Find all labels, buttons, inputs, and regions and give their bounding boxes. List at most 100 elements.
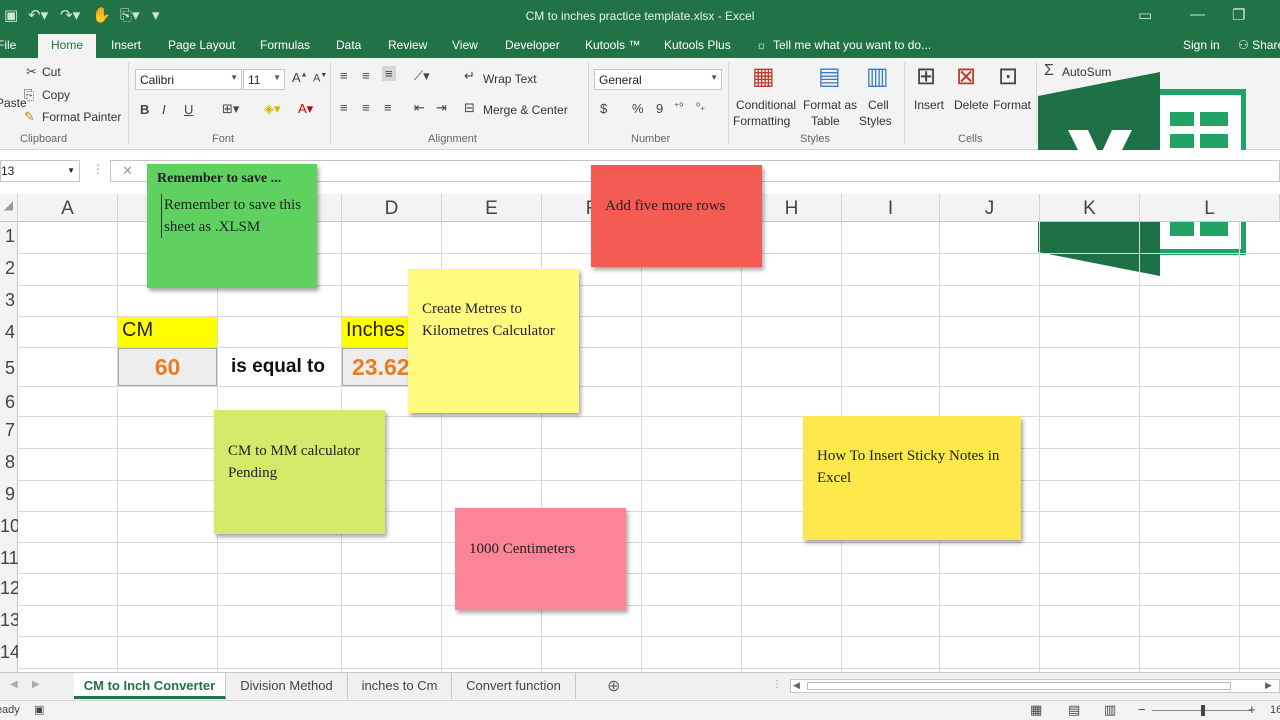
- sticky-note-save[interactable]: Remember to save ... Remember to save th…: [147, 164, 317, 288]
- row-header[interactable]: 1: [0, 226, 18, 247]
- page-layout-view-icon[interactable]: ▤: [1068, 702, 1080, 718]
- fill-color-icon[interactable]: ◈▾: [264, 101, 281, 117]
- align-center-icon[interactable]: ≡: [362, 100, 370, 115]
- sticky-note-metres[interactable]: Create Metres to Kilometres Calculator: [408, 269, 579, 413]
- normal-view-icon[interactable]: ▦: [1030, 702, 1042, 718]
- column-header-e[interactable]: E: [442, 194, 542, 222]
- horizontal-scrollbar[interactable]: ◀ ▶: [790, 679, 1280, 693]
- sheet-tab-cm-to-inch[interactable]: CM to Inch Converter: [74, 673, 226, 699]
- row-header[interactable]: 11: [0, 548, 18, 569]
- row-header[interactable]: 9: [0, 484, 18, 505]
- scroll-left-icon[interactable]: ◀: [10, 679, 18, 690]
- row-header[interactable]: 5: [0, 358, 18, 379]
- tab-formulas[interactable]: Formulas: [260, 38, 310, 52]
- currency-button[interactable]: $: [600, 101, 607, 116]
- orientation-icon[interactable]: ⟋▾: [414, 68, 430, 84]
- add-sheet-icon[interactable]: ⊕: [607, 676, 620, 696]
- row-header[interactable]: 2: [0, 258, 18, 279]
- scroll-left-arrow-icon[interactable]: ◀: [793, 680, 800, 691]
- format-as-table-label-2[interactable]: Table: [811, 114, 840, 128]
- conditional-formatting-label-2[interactable]: Formatting: [733, 114, 790, 128]
- align-top-icon[interactable]: ≡: [340, 68, 348, 83]
- row-header[interactable]: 8: [0, 452, 18, 473]
- align-right-icon[interactable]: ≡: [384, 100, 392, 115]
- sticky-note-mm[interactable]: CM to MM calculator Pending: [214, 410, 385, 534]
- number-format-select[interactable]: General ▼: [594, 69, 722, 90]
- format-cells-button[interactable]: Format: [993, 98, 1031, 112]
- paste-button[interactable]: Paste: [0, 96, 27, 110]
- row-header[interactable]: 4: [0, 322, 18, 343]
- scroll-right-arrow-icon[interactable]: ▶: [1265, 680, 1272, 691]
- tab-kutools-plus[interactable]: Kutools Plus: [664, 38, 731, 52]
- zoom-slider-thumb[interactable]: [1201, 705, 1205, 716]
- tab-page-layout[interactable]: Page Layout: [168, 38, 235, 52]
- row-header[interactable]: 10: [0, 516, 18, 537]
- delete-cells-button[interactable]: Delete: [954, 98, 989, 112]
- tab-kutools[interactable]: Kutools ™: [585, 38, 640, 52]
- cell-cm-value[interactable]: 60: [118, 348, 217, 386]
- zoom-level[interactable]: 16: [1270, 704, 1280, 716]
- column-header-a[interactable]: A: [18, 194, 118, 222]
- column-header-l[interactable]: L: [1140, 194, 1280, 222]
- select-all-corner[interactable]: ◢: [0, 194, 18, 222]
- align-middle-icon[interactable]: ≡: [362, 68, 370, 83]
- minimize-icon[interactable]: —: [1190, 6, 1205, 23]
- row-header[interactable]: 6: [0, 392, 18, 413]
- font-size-select[interactable]: 11 ▼: [243, 69, 285, 90]
- sticky-note-rows[interactable]: Add five more rows: [591, 165, 762, 267]
- worksheet-grid[interactable]: CM 60 is equal to Inches 23.62: [18, 222, 1280, 672]
- cell-cm-label[interactable]: CM: [118, 317, 217, 347]
- cell-styles-label[interactable]: Cell: [868, 98, 889, 112]
- zoom-out-icon[interactable]: −: [1138, 702, 1146, 717]
- align-left-icon[interactable]: ≡: [340, 100, 348, 115]
- copy-button[interactable]: Copy: [42, 88, 70, 102]
- sign-in-link[interactable]: Sign in: [1183, 38, 1220, 52]
- tab-developer[interactable]: Developer: [505, 38, 560, 52]
- cell-equal-text[interactable]: is equal to: [231, 356, 341, 386]
- format-as-table-label[interactable]: Format as: [803, 98, 857, 112]
- wrap-text-button[interactable]: Wrap Text: [483, 72, 537, 86]
- align-bottom-icon[interactable]: ≡: [382, 66, 396, 81]
- scrollbar-thumb[interactable]: [807, 682, 1231, 690]
- tab-data[interactable]: Data: [336, 38, 361, 52]
- sheet-tab-convert-function[interactable]: Convert function: [452, 673, 576, 699]
- sticky-note-centimeters[interactable]: 1000 Centimeters: [455, 508, 626, 610]
- percent-button[interactable]: %: [632, 101, 644, 116]
- cut-button[interactable]: Cut: [42, 65, 61, 79]
- row-header[interactable]: 14: [0, 642, 18, 663]
- row-header[interactable]: 7: [0, 420, 18, 441]
- sticky-note-howto[interactable]: How To Insert Sticky Notes in Excel: [803, 416, 1021, 540]
- row-header[interactable]: 12: [0, 578, 18, 599]
- zoom-in-icon[interactable]: +: [1248, 702, 1256, 717]
- macro-record-icon[interactable]: ▣: [34, 703, 44, 716]
- tell-me-search[interactable]: Tell me what you want to do...: [773, 38, 931, 52]
- format-painter-button[interactable]: Format Painter: [42, 110, 121, 124]
- row-header[interactable]: 13: [0, 610, 18, 631]
- italic-button[interactable]: I: [162, 102, 166, 117]
- merge-center-button[interactable]: Merge & Center: [483, 103, 568, 117]
- row-header[interactable]: 3: [0, 290, 18, 311]
- ribbon-options-icon[interactable]: ▭: [1138, 6, 1152, 24]
- decrease-font-icon[interactable]: A▼: [313, 72, 327, 85]
- conditional-formatting-label[interactable]: Conditional: [736, 98, 796, 112]
- borders-icon[interactable]: ⊞▾: [222, 101, 239, 117]
- sheet-tab-inches-to-cm[interactable]: inches to Cm: [348, 673, 452, 699]
- tab-view[interactable]: View: [452, 38, 478, 52]
- column-header-d[interactable]: D: [342, 194, 442, 222]
- increase-decimal-icon[interactable]: ⁺⁰: [674, 102, 683, 113]
- decrease-decimal-icon[interactable]: ⁰₊: [696, 102, 705, 113]
- font-color-icon[interactable]: A▾: [298, 101, 313, 117]
- cancel-icon[interactable]: ✕: [122, 163, 133, 179]
- sheet-tab-division-method[interactable]: Division Method: [226, 673, 348, 699]
- tab-file[interactable]: File: [0, 38, 16, 52]
- share-button[interactable]: ⚇ Share: [1238, 38, 1280, 52]
- cell-styles-label-2[interactable]: Styles: [859, 114, 892, 128]
- scroll-right-icon[interactable]: ▶: [32, 679, 40, 690]
- page-break-view-icon[interactable]: ▥: [1104, 702, 1116, 718]
- font-name-select[interactable]: Calibri ▼: [135, 69, 242, 90]
- splitter-icon[interactable]: ⋮: [772, 679, 782, 690]
- underline-button[interactable]: U: [184, 102, 193, 117]
- name-box[interactable]: 13 ▼: [0, 160, 80, 182]
- restore-icon[interactable]: ❐: [1232, 6, 1245, 24]
- tab-insert[interactable]: Insert: [111, 38, 141, 52]
